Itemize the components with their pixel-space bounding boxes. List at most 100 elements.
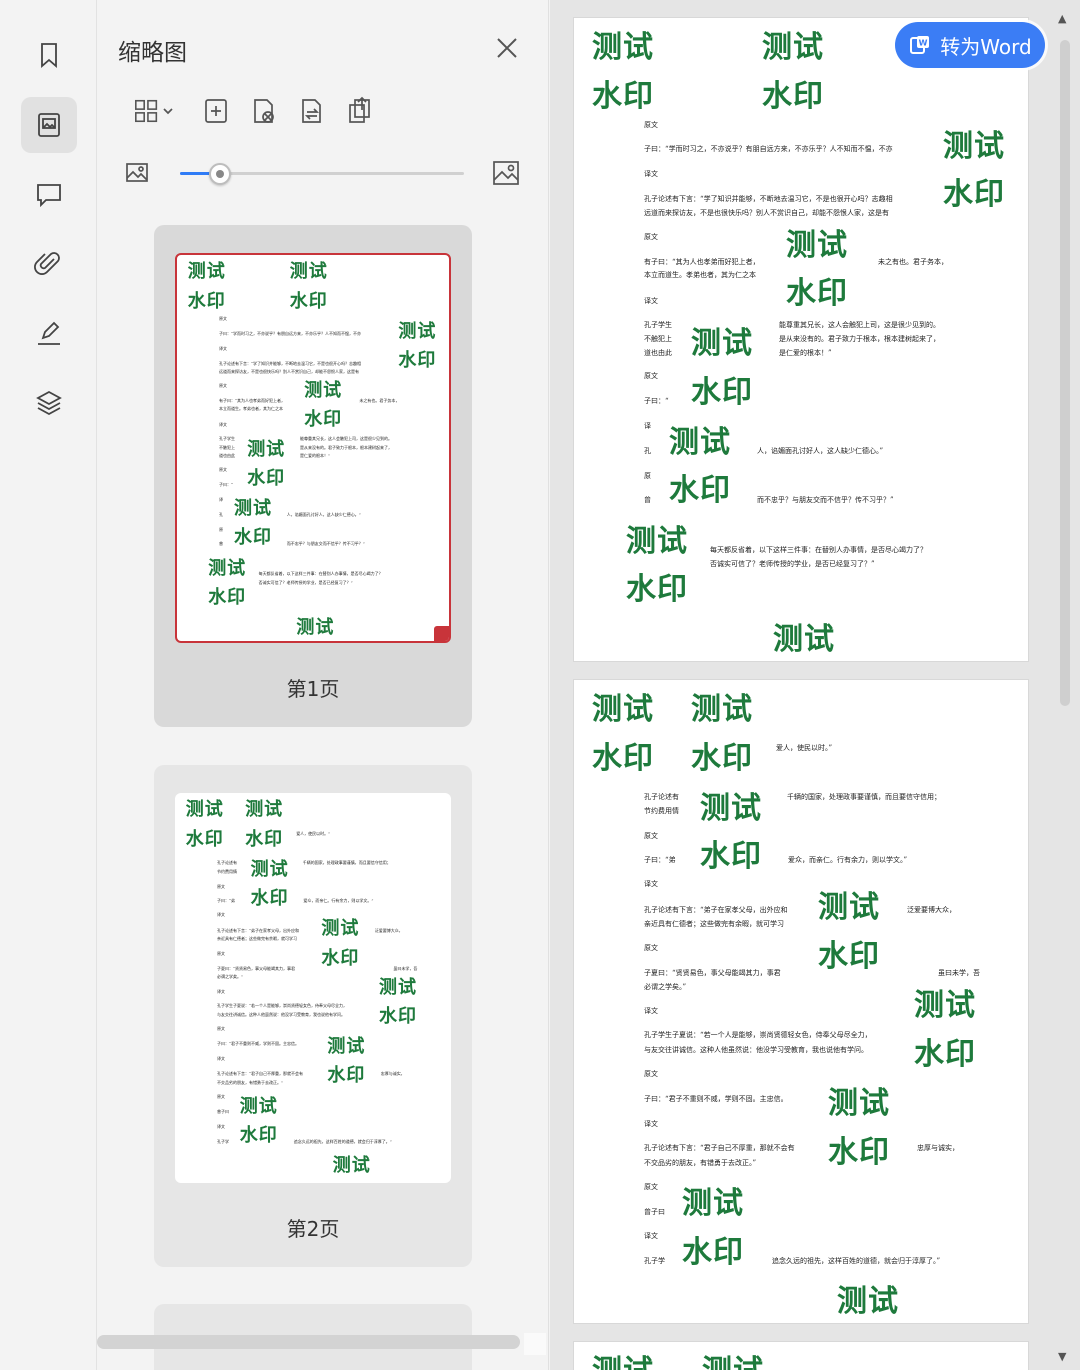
watermark-text: 水印 (234, 527, 272, 549)
signature-button[interactable] (21, 305, 77, 361)
thumbnail-button[interactable] (21, 97, 77, 153)
zoom-slider-handle[interactable] (208, 163, 231, 185)
document-text-line: 子曰：“君子不重则不威，学则不固。主忠信。 (217, 1041, 300, 1047)
document-text-line: 原 (644, 472, 651, 480)
watermark-text: 测试 (321, 918, 360, 940)
document-text-line: 不触犯上 (644, 335, 672, 343)
watermark-text: 水印 (762, 79, 824, 114)
watermark-text: 水印 (304, 409, 343, 430)
zoom-out-icon[interactable] (124, 160, 150, 190)
document-text-line: 必谓之学矣。” (644, 983, 687, 991)
extract-page-icon (349, 96, 370, 123)
document-text-line: 千辆的国家，处理政事要谨慎，而且要信守信用； (787, 793, 941, 801)
document-text-line: 有子曰：“其为人也孝弟而好犯上者， (219, 398, 286, 404)
watermark-text: 测试 (187, 261, 226, 283)
watermark-text: 测试 (914, 988, 976, 1023)
document-text-line: 孔子论述有下言：“君子自己不厚重，那就不会有 (217, 1070, 304, 1076)
document-text-line: 孔子学 (644, 1257, 665, 1265)
document-text-line: 忠厚与诚实， (380, 1070, 405, 1076)
watermark-text: 水印 (682, 1235, 744, 1270)
document-text-line: 译文 (644, 880, 658, 888)
watermark-text: 测试 (398, 320, 437, 342)
document-text-line: 孔子学生 (219, 436, 235, 442)
convert-to-word-button[interactable]: W 转为Word (895, 22, 1045, 68)
bookmark-icon (41, 43, 57, 68)
layers-icon (36, 390, 62, 416)
grid-view-button[interactable] (126, 94, 182, 128)
watermark-text: 测试 (762, 30, 824, 65)
thumbnail-page-1[interactable]: 测试 水印 测试 水印 测试 水印 测试 水印 测试 水印 测试 水印 测试 水印 测试 原文 子曰：“学而时习… (154, 225, 472, 727)
comment-icon (37, 184, 61, 208)
insert-page-button[interactable] (199, 94, 233, 128)
document-text-line: 译文 (217, 988, 225, 994)
document-text-line: 追念久远的祖先，这样百姓的道德，就会归于淳厚了。” (772, 1257, 941, 1265)
watermark-text: 测试 (234, 498, 272, 520)
thumbnail-page-2[interactable]: 测试 测试 水印 水印 测试 水印 测试 水印 测试 水印 测试 水印 测试 水印 测试 爱人，使民以时。” 孔… (154, 765, 472, 1267)
document-text-line: 孔子学生子夏说：“若一个人是能够，崇尚贤德轻女色，侍奉父母尽全力， (644, 1031, 872, 1039)
extract-page-button[interactable] (344, 94, 378, 128)
document-text-line: 译文 (644, 297, 658, 305)
document-text-line: 泛爱要博大众， (907, 906, 956, 914)
selected-marker (434, 626, 449, 641)
document-text-line: 译文 (219, 345, 227, 351)
document-text-line: 本立而道生。孝弟也者，其为仁之本 (644, 271, 756, 279)
document-text-line: 节约费用情 (217, 868, 237, 874)
close-panel-button[interactable] (493, 34, 521, 62)
replace-page-button[interactable] (295, 94, 329, 128)
document-text-line: 原文 (217, 950, 225, 956)
document-text-line: 译文 (644, 1120, 658, 1128)
watermark-text: 测试 (379, 977, 417, 998)
document-text-line: 子夏曰：“贤贤易色，事父母能竭其力，事君 (217, 965, 296, 971)
document-view[interactable]: 测试 水印 测试 水印 测试 水印 测试 水印 测试 水印 测试 水印 测试 水印 测试 原文 子曰：“学而时习… (550, 0, 1080, 1370)
document-scrollbar[interactable] (1060, 40, 1070, 706)
watermark-text: 水印 (250, 887, 289, 909)
document-text-line: 子曰：“ (219, 481, 234, 487)
document-text-line: 孔 (644, 447, 651, 455)
watermark-text: 水印 (321, 947, 360, 969)
watermark-text: 测试 (837, 1284, 899, 1319)
document-text-line: 忠厚与诚实， (917, 1144, 959, 1152)
document-text-line: 必谓之学矣。” (217, 974, 244, 980)
document-text-line: 原文 (219, 316, 227, 322)
document-text-line: 是仁爱的根本！” (300, 453, 331, 458)
scroll-down-arrow[interactable]: ▼ (1058, 1350, 1066, 1363)
horizontal-scrollbar[interactable] (97, 1335, 520, 1349)
watermark-text: 水印 (818, 939, 880, 974)
document-text-line: 千辆的国家，处理政事要谨慎，而且要信守信用； (302, 860, 391, 866)
document-text-line: 能尊重其兄长，这人会触犯上司，这是很少见到的。 (779, 321, 940, 329)
watermark-text: 测试 (702, 1346, 764, 1370)
attachment-icon (34, 252, 60, 275)
watermark-text: 水印 (239, 1125, 278, 1147)
zoom-in-icon[interactable] (491, 158, 521, 192)
bookmark-button[interactable] (21, 27, 77, 83)
watermark-text: 水印 (700, 839, 762, 874)
word-doc-icon: W (910, 36, 930, 54)
attachment-button[interactable] (21, 236, 77, 292)
delete-page-button[interactable] (247, 94, 281, 128)
watermark-text: 水印 (208, 586, 247, 608)
watermark-text: 水印 (185, 828, 224, 850)
document-text-line: 孔子学 (217, 1138, 229, 1144)
document-text-line: 原文 (644, 1070, 658, 1078)
layers-button[interactable] (21, 375, 77, 431)
watermark-text: 水印 (187, 290, 226, 312)
document-text-line: 孔子学生子夏说：“若一个人是能够，崇尚贤德轻女色，侍奉父母尽全力， (217, 1003, 348, 1008)
watermark-text: 水印 (379, 1006, 417, 1028)
watermark-text: 水印 (943, 177, 1005, 212)
watermark-text: 水印 (828, 1135, 890, 1170)
watermark-text: 水印 (245, 828, 284, 850)
document-text-line: 原文 (217, 883, 225, 889)
document-text-line: 译 (644, 422, 651, 430)
watermark-text: 水印 (626, 572, 688, 607)
watermark-text: 水印 (691, 375, 753, 410)
document-text-line: 孔子论述有下言：“君子自己不厚重，那就不会有 (644, 1144, 795, 1152)
document-text-line: 每天都反省着，以下这样三件事：在替别人办事情，是否尽心竭力了？ (710, 546, 927, 554)
document-text-line: 是仁爱的根本！” (779, 349, 832, 357)
watermark-text: 测试 (691, 326, 753, 361)
comment-button[interactable] (21, 166, 77, 222)
watermark-text: 测试 (818, 890, 880, 925)
document-text-line: 原文 (644, 121, 658, 129)
scroll-up-arrow[interactable]: ▲ (1058, 12, 1066, 25)
watermark-text: 测试 (289, 261, 328, 283)
watermark-text: 测试 (592, 30, 654, 65)
